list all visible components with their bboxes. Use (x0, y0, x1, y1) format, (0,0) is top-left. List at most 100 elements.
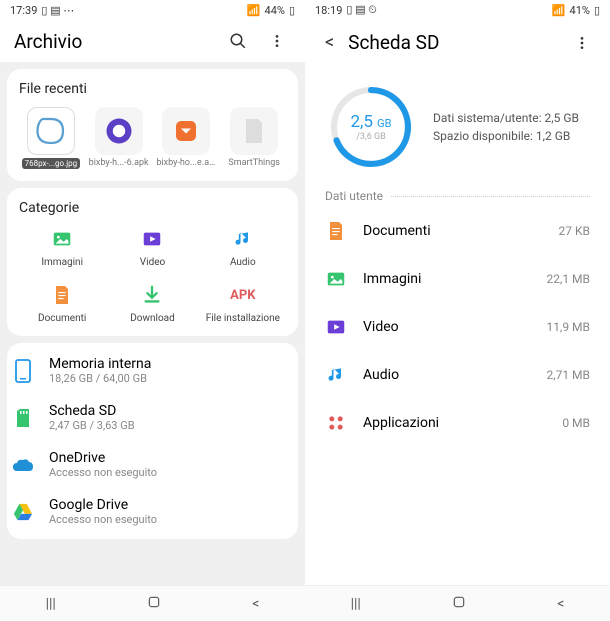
storage-gdrive[interactable]: Google DriveAccesso non eseguito (7, 488, 298, 535)
status-time: 18:19 (315, 4, 342, 17)
storage-sub: 2,47 GB / 3,63 GB (49, 419, 294, 432)
storage-phone[interactable]: Memoria interna18,26 GB / 64,00 GB (7, 347, 298, 394)
data-size: 0 MB (562, 416, 590, 430)
doc-icon (325, 220, 347, 242)
category-label: Immagini (41, 257, 83, 268)
apk-icon (104, 116, 134, 146)
data-row-audio[interactable]: Audio 2,71 MB (313, 351, 602, 399)
status-signal-icon: 📶 (247, 4, 261, 17)
more-button[interactable] (263, 29, 291, 53)
status-icons-left: ▯ ▤ ⏲ (346, 3, 376, 17)
data-size: 22,1 MB (546, 272, 590, 286)
data-label: Immagini (363, 271, 530, 287)
file-icon (242, 117, 266, 145)
more-vert-icon (574, 35, 590, 51)
storage-name: Memoria interna (49, 356, 294, 372)
main-content: File recenti 768px-...go.jpg bixby-h...-… (0, 62, 305, 585)
category-audio[interactable]: Audio (200, 226, 286, 268)
free-space-label: Spazio disponibile: 1,2 GB (433, 127, 579, 145)
data-row-video[interactable]: Video11,9 MB (313, 303, 602, 351)
categories-title: Categorie (19, 200, 286, 216)
storage-card: Memoria interna18,26 GB / 64,00 GBScheda… (7, 343, 298, 539)
apk-icon: APK (230, 282, 256, 308)
category-label: Video (140, 257, 165, 268)
home-icon (147, 595, 161, 609)
main-content: 2,5 GB /3,6 GB Dati sistema/utente: 2,5 … (305, 65, 610, 585)
recent-file[interactable]: SmartThings (222, 107, 286, 169)
data-size: 27 KB (559, 224, 590, 238)
nav-back[interactable]: < (557, 596, 564, 612)
bixby-image-icon (33, 113, 69, 149)
image-icon (325, 268, 347, 290)
search-icon (229, 32, 247, 50)
category-label: Documenti (38, 313, 86, 324)
nav-home[interactable] (147, 595, 161, 613)
category-label: Audio (230, 257, 256, 268)
storage-onedrive[interactable]: OneDriveAccesso non eseguito (7, 441, 298, 488)
data-size: 11,9 MB (546, 320, 590, 334)
recent-file[interactable]: bixby-ho...e.apk (155, 107, 219, 169)
data-row-doc[interactable]: Documenti 27 KB (313, 207, 602, 255)
recent-label: SmartThings (228, 158, 280, 168)
nav-bar: ||| < (0, 585, 305, 621)
data-list: Documenti 27 KB Immagini 22,1 MB Video11,9 M… (305, 207, 610, 447)
sd-icon (11, 406, 35, 430)
category-documenti[interactable]: Documenti (19, 282, 105, 324)
recent-label: bixby-ho...e.apk (156, 158, 216, 168)
storage-sd[interactable]: Scheda SD2,47 GB / 3,63 GB (7, 394, 298, 441)
storage-name: Scheda SD (49, 403, 294, 419)
category-immagini[interactable]: Immagini (19, 226, 105, 268)
nav-bar: ||| < (305, 585, 610, 621)
divider (391, 196, 590, 197)
more-button[interactable] (568, 31, 596, 55)
category-label: File installazione (206, 313, 280, 324)
data-row-apps[interactable]: Applicazioni 0 MB (313, 399, 602, 447)
nav-back[interactable]: < (252, 596, 259, 612)
onedrive-icon (11, 453, 35, 477)
nav-recents[interactable]: ||| (46, 596, 56, 612)
audio-icon (230, 226, 256, 252)
user-data-header: Dati utente (305, 185, 610, 207)
nav-home[interactable] (452, 595, 466, 613)
screen-sd-card: 18:19 ▯ ▤ ⏲ 📶 41% ▯ < Scheda SD 2,5 GB / (305, 0, 610, 621)
screen-archive: 17:39 ▯ ▤ ⋯ 📶 44% ▯ Archivio File recent… (0, 0, 305, 621)
recent-label: bixby-h...-6.apk (89, 158, 149, 168)
video-icon (139, 226, 165, 252)
battery-icon: ▯ (289, 4, 295, 17)
donut-info: Dati sistema/utente: 2,5 GB Spazio dispo… (433, 109, 579, 145)
storage-name: OneDrive (49, 450, 294, 466)
apps-icon (325, 412, 347, 434)
data-label: Audio (363, 367, 530, 383)
doc-icon (49, 282, 75, 308)
search-button[interactable] (223, 28, 253, 54)
home-icon (452, 595, 466, 609)
data-row-image[interactable]: Immagini 22,1 MB (313, 255, 602, 303)
back-button[interactable]: < (319, 28, 338, 57)
status-battery: 41% (570, 4, 590, 17)
storage-name: Google Drive (49, 497, 294, 513)
system-data-label: Dati sistema/utente: 2,5 GB (433, 109, 579, 127)
category-download[interactable]: Download (109, 282, 195, 324)
storage-sub: Accesso non eseguito (49, 466, 294, 479)
phone-icon (11, 359, 35, 383)
data-label: Applicazioni (363, 415, 546, 431)
category-file installazione[interactable]: APK File installazione (200, 282, 286, 324)
storage-summary: 2,5 GB /3,6 GB Dati sistema/utente: 2,5 … (305, 65, 610, 185)
nav-recents[interactable]: ||| (351, 596, 361, 612)
category-video[interactable]: Video (109, 226, 195, 268)
donut-value: 2,5 GB (350, 112, 391, 132)
recent-file[interactable]: bixby-h...-6.apk (87, 107, 151, 169)
data-size: 2,71 MB (546, 368, 590, 382)
recent-label: 768px-...go.jpg (22, 158, 81, 169)
header: Archivio (0, 20, 305, 62)
donut-total: /3,6 GB (356, 132, 386, 142)
storage-donut: 2,5 GB /3,6 GB (327, 83, 415, 171)
image-icon (49, 226, 75, 252)
status-bar: 18:19 ▯ ▤ ⏲ 📶 41% ▯ (305, 0, 610, 20)
data-label: Documenti (363, 223, 543, 239)
recent-file[interactable]: 768px-...go.jpg (19, 107, 83, 169)
status-signal-icon: 📶 (552, 4, 566, 17)
status-battery: 44% (265, 4, 285, 17)
status-time: 17:39 (10, 4, 37, 17)
page-title: Scheda SD (348, 31, 558, 54)
